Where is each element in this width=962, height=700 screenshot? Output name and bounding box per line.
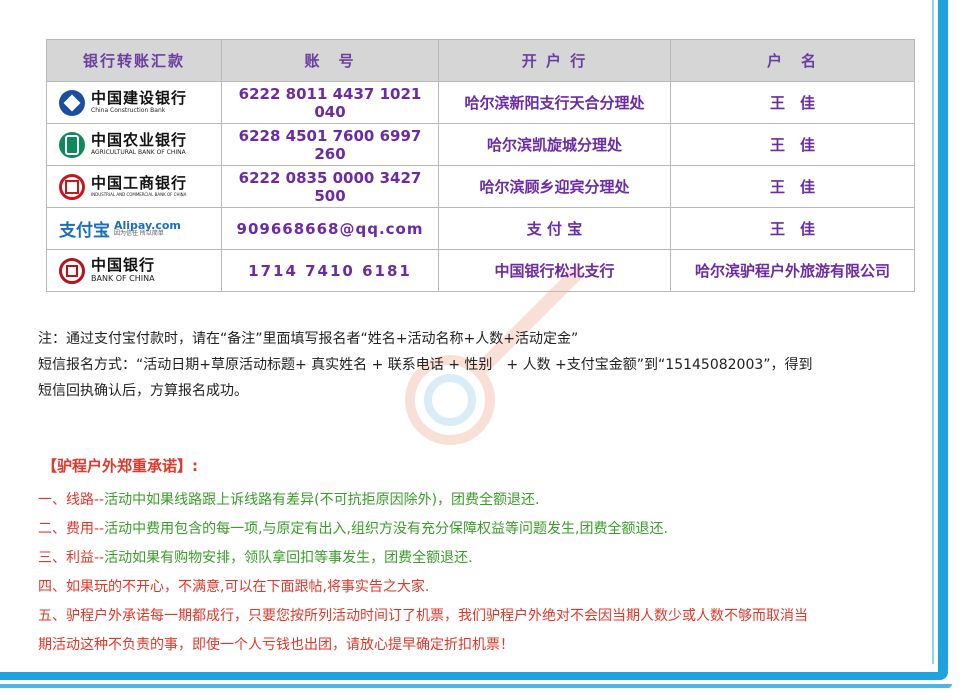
- bank-name: 中国农业银行: [91, 131, 188, 149]
- frame-bottom-border: [0, 672, 948, 680]
- promise-num: 五、: [38, 608, 66, 624]
- table-row: 中国建设银行 China Construction Bank 6222 8011…: [46, 81, 915, 124]
- note-sms: 短信报名方式：“活动日期+草原活动标题+ 真实姓名 + 联系电话 + 性别 + …: [38, 357, 813, 373]
- ccb-logo-icon: [59, 89, 85, 116]
- promise-body: 驴程户外承诺每一期都成行，只要您按所列活动时间订了机票，我们驴程户外绝对不会因当…: [66, 608, 808, 624]
- account-number: 1714 7410 6181: [221, 249, 439, 292]
- abc-logo-icon: [59, 131, 85, 158]
- account-number: 6228 4501 7600 6997 260: [221, 123, 439, 166]
- bank-name: 中国工商银行: [91, 174, 188, 192]
- promise-body: 如果玩的不开心，不满意,可以在下面跟帖,将事实告之大家.: [66, 579, 430, 595]
- bank-logo-boc: 中国银行 BANK OF CHINA: [46, 249, 222, 292]
- bank-name-en: INDUSTRIAL AND COMMERCIAL BANK OF CHINA: [91, 192, 187, 197]
- account-number: 6222 8011 4437 1021 040: [221, 81, 439, 124]
- bank-logo-icbc: 中国工商银行 INDUSTRIAL AND COMMERCIAL BANK OF…: [46, 165, 222, 208]
- bank-name-en: China Construction Bank: [91, 107, 166, 114]
- promise-item: 二、费用--活动中费用包含的每一项,与原定有出入,组织方没有充分保障权益等问题发…: [38, 515, 924, 544]
- bank-transfer-table: 银行转账汇款 账 号 开 户 行 户 名 中国建设银行 China Constr…: [46, 39, 915, 292]
- table-row: 中国农业银行 AGRICULTURAL BANK OF CHINA 6228 4…: [46, 123, 915, 166]
- branch-name: 哈尔滨新阳支行天合分理处: [438, 81, 671, 124]
- account-number: 6222 0835 0000 3427 500: [221, 165, 439, 208]
- promise-num: 四、: [38, 579, 66, 595]
- promise-num: 二、: [38, 521, 66, 537]
- header-account: 账 号: [221, 39, 439, 82]
- promise-body: 活动中费用包含的每一项,与原定有出入,组织方没有充分保障权益等问题发生,团费全额…: [104, 521, 668, 537]
- promise-item: 五、驴程户外承诺每一期都成行，只要您按所列活动时间订了机票，我们驴程户外绝对不会…: [38, 602, 924, 631]
- promise-num: 三、: [38, 550, 66, 566]
- frame-bottom-line: [0, 684, 952, 688]
- table-header-row: 银行转账汇款 账 号 开 户 行 户 名: [46, 39, 915, 82]
- promise-head: 费用--: [66, 521, 105, 537]
- promise-num: 一、: [38, 492, 66, 508]
- promise-title: 【驴程户外郑重承诺】:: [42, 457, 198, 475]
- promise-body: 活动中如果线路跟上诉线路有差异(不可抗拒原因除外)，团费全额退还.: [104, 492, 540, 508]
- bank-logo-abc: 中国农业银行 AGRICULTURAL BANK OF CHINA: [46, 123, 222, 166]
- account-holder: 王 佳: [670, 81, 915, 124]
- promise-item-continued: 期活动这种不负责的事，即使一个人亏钱也出团，请放心提早确定折扣机票！: [38, 631, 924, 660]
- branch-name: 哈尔滨顾乡迎宾分理处: [438, 165, 671, 208]
- bank-logo-alipay: 支付宝 Alipay.com 因为信任 所以简单: [46, 207, 222, 250]
- note-alipay: 注：通过支付宝付款时，请在“备注”里面填写报名者“姓名+活动名称+人数+活动定金…: [38, 331, 579, 347]
- bank-name-en: BANK OF CHINA: [91, 274, 155, 283]
- icbc-logo-icon: [59, 173, 85, 200]
- account-holder: 王 佳: [670, 123, 915, 166]
- promise-list: 一、线路--活动中如果线路跟上诉线路有差异(不可抗拒原因除外)，团费全额退还. …: [38, 486, 924, 660]
- promise-head: 线路--: [66, 492, 105, 508]
- branch-name: 中国银行松北支行: [438, 249, 671, 292]
- boc-logo-icon: [59, 257, 85, 284]
- promise-body: 期活动这种不负责的事，即使一个人亏钱也出团，请放心提早确定折扣机票！: [38, 637, 514, 653]
- bank-logo-ccb: 中国建设银行 China Construction Bank: [46, 81, 222, 124]
- promise-head: 利益--: [66, 550, 105, 566]
- header-bank: 银行转账汇款: [46, 39, 222, 82]
- table-row: 中国工商银行 INDUSTRIAL AND COMMERCIAL BANK OF…: [46, 165, 915, 208]
- bank-name: 中国建设银行: [91, 89, 188, 107]
- header-branch: 开 户 行: [438, 39, 671, 82]
- account-holder: 王 佳: [670, 165, 915, 208]
- promise-item: 四、如果玩的不开心，不满意,可以在下面跟帖,将事实告之大家.: [38, 573, 924, 602]
- branch-name: 哈尔滨凯旋城分理处: [438, 123, 671, 166]
- table-row: 中国银行 BANK OF CHINA 1714 7410 6181 中国银行松北…: [46, 249, 915, 292]
- frame-right-border: [938, 0, 948, 680]
- table-row: 支付宝 Alipay.com 因为信任 所以简单 909668668@qq.co…: [46, 207, 915, 250]
- note-confirm: 短信回执确认后，方算报名成功。: [38, 383, 248, 399]
- bank-name: 中国银行: [91, 256, 156, 274]
- header-holder: 户 名: [670, 39, 915, 82]
- bank-name-en: AGRICULTURAL BANK OF CHINA: [91, 149, 186, 156]
- alipay-logo-text: 支付宝: [59, 221, 110, 241]
- payment-notes: 注：通过支付宝付款时，请在“备注”里面填写报名者“姓名+活动名称+人数+活动定金…: [38, 326, 928, 404]
- promise-body: 活动如果有购物安排，领队拿回扣等事发生，团费全额退还.: [104, 550, 473, 566]
- account-holder: 王 佳: [670, 207, 915, 250]
- account-holder: 哈尔滨驴程户外旅游有限公司: [670, 249, 915, 292]
- branch-name: 支 付 宝: [438, 207, 671, 250]
- promise-item: 三、利益--活动如果有购物安排，领队拿回扣等事发生，团费全额退还.: [38, 544, 924, 573]
- account-number: 909668668@qq.com: [221, 207, 439, 250]
- promise-item: 一、线路--活动中如果线路跟上诉线路有差异(不可抗拒原因除外)，团费全额退还.: [38, 486, 924, 515]
